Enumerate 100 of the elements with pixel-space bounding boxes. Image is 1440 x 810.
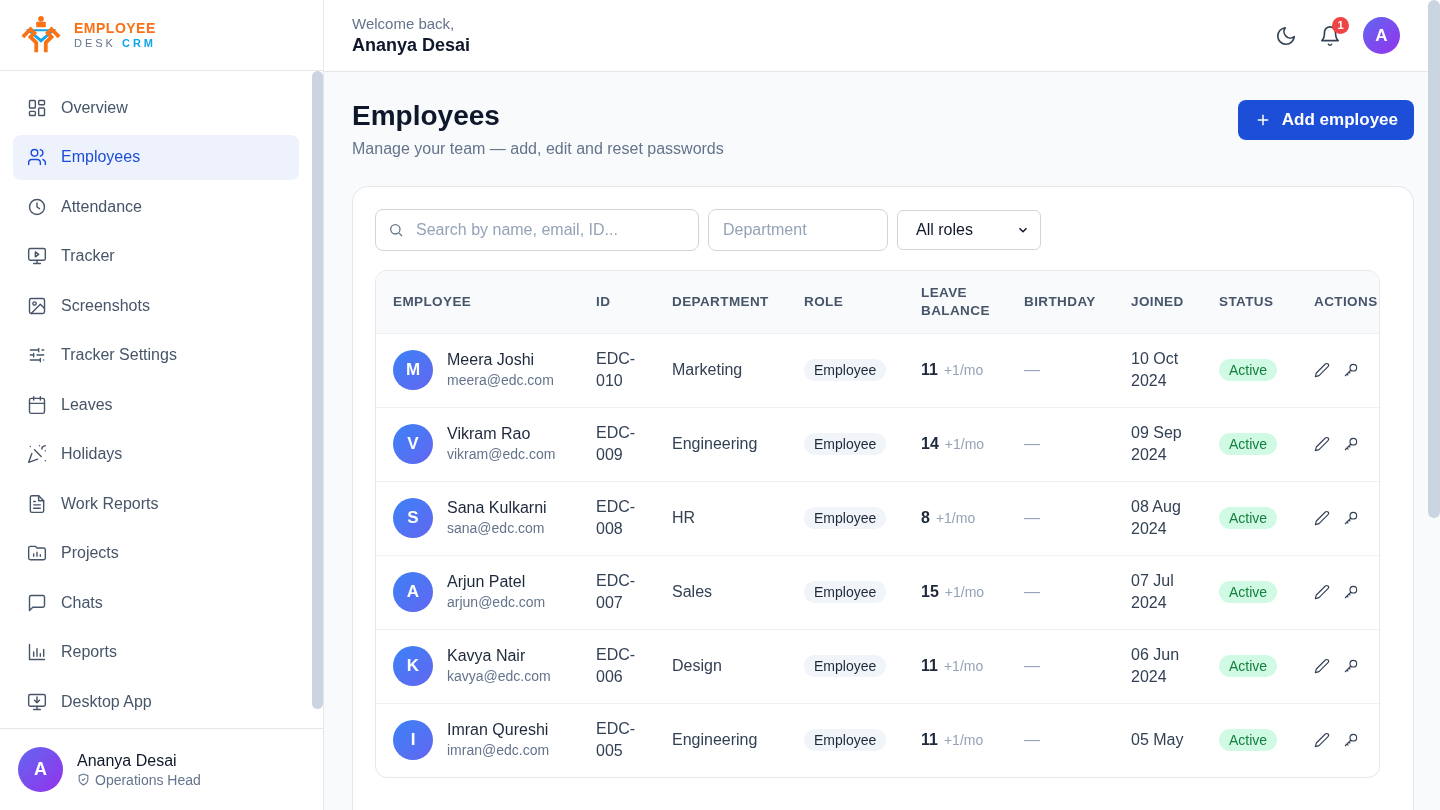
monitor-icon: [27, 246, 47, 267]
party-popper-icon: [27, 444, 47, 465]
column-header: JOINED: [1131, 292, 1184, 311]
key-icon[interactable]: [1343, 584, 1359, 600]
key-icon[interactable]: [1343, 732, 1359, 748]
status-tag: Active: [1219, 506, 1278, 529]
birthday-cell: —: [1024, 360, 1040, 378]
welcome-name: Ananya Desai: [352, 35, 471, 56]
edit-icon[interactable]: [1314, 362, 1330, 378]
key-icon[interactable]: [1343, 510, 1359, 526]
employee-avatar: M: [393, 350, 433, 390]
role-tag: Employee: [804, 432, 887, 455]
edit-icon[interactable]: [1314, 732, 1330, 748]
leave-accrual: +1/mo: [943, 731, 984, 748]
role-dropdown[interactable]: All roles: [897, 210, 1041, 250]
key-icon[interactable]: [1343, 436, 1359, 452]
leave-accrual: +1/mo: [944, 435, 985, 452]
document-icon: [27, 493, 47, 514]
profile-avatar[interactable]: A: [1363, 17, 1400, 54]
edit-icon[interactable]: [1314, 436, 1330, 452]
nav-item[interactable]: Attendance: [13, 184, 299, 230]
nav-item[interactable]: Work Reports: [13, 481, 299, 527]
key-icon[interactable]: [1343, 362, 1359, 378]
birthday-cell: —: [1024, 656, 1040, 674]
column-header: STATUS: [1219, 292, 1274, 311]
column-header: ID: [596, 292, 611, 311]
status-tag: Active: [1219, 432, 1278, 455]
employee-avatar: A: [393, 572, 433, 612]
column-header: BIRTHDAY: [1024, 292, 1096, 311]
employee-id: EDC-010: [596, 348, 637, 391]
department-cell-text: Design: [672, 655, 722, 676]
column-header: LEAVE BALANCE: [921, 283, 990, 320]
leave-accrual: +1/mo: [935, 509, 976, 526]
nav-item[interactable]: Desktop App: [13, 679, 299, 725]
key-icon[interactable]: [1343, 658, 1359, 674]
clock-icon: [27, 196, 47, 217]
nav-item[interactable]: Holidays: [13, 431, 299, 477]
leave-balance: 11: [921, 360, 938, 378]
department-cell-text: HR: [672, 507, 696, 528]
leave-balance: 15: [921, 582, 939, 600]
birthday-cell: —: [1024, 582, 1040, 600]
search-field[interactable]: Search by name, email, ID...: [375, 209, 699, 251]
status-tag: Active: [1219, 358, 1278, 381]
brand-tagline-accent: CRM: [121, 36, 157, 49]
nav-item[interactable]: Projects: [13, 530, 299, 576]
nav-item[interactable]: Overview: [13, 85, 299, 131]
chat-icon: [27, 592, 47, 613]
joined-date: 10 Oct 2024: [1131, 348, 1180, 391]
nav-item[interactable]: Employees: [13, 134, 299, 180]
column-header: DEPARTMENT: [672, 292, 769, 311]
leave-accrual: +1/mo: [944, 583, 985, 600]
department-cell-text: Engineering: [672, 729, 758, 750]
image-icon: [27, 295, 47, 316]
download-icon: [27, 691, 47, 712]
employee-id: EDC-008: [596, 496, 637, 539]
column-header: ROLE: [804, 292, 844, 311]
birthday-cell: —: [1024, 508, 1040, 526]
role-tag: Employee: [804, 728, 887, 751]
employee-email: kavya@edc.com: [447, 667, 551, 686]
bar-chart-icon: [27, 642, 47, 663]
add-employee-button[interactable]: Add employee: [1237, 100, 1414, 140]
nav-item[interactable]: Screenshots: [13, 283, 299, 329]
employee-avatar: S: [393, 498, 433, 538]
employee-avatar: K: [393, 646, 433, 686]
department-cell-text: Sales: [672, 581, 713, 602]
employee-id: EDC-006: [596, 644, 637, 687]
calendar-icon: [27, 394, 47, 415]
role-tag: Employee: [804, 358, 887, 381]
leave-balance: 8: [921, 508, 930, 526]
edit-icon[interactable]: [1314, 510, 1330, 526]
notification-count: 1: [1332, 16, 1349, 34]
user-avatar[interactable]: A: [18, 747, 63, 792]
joined-date: 08 Aug 2024: [1131, 496, 1182, 539]
employee-id: EDC-009: [596, 422, 637, 465]
nav-item[interactable]: Leaves: [13, 382, 299, 428]
user-name: Ananya Desai: [77, 751, 178, 770]
leave-balance: 11: [921, 656, 938, 674]
nav-item[interactable]: Tracker: [13, 233, 299, 279]
role-tag: Employee: [804, 506, 887, 529]
department-field[interactable]: Department: [708, 209, 888, 251]
role-tag: Employee: [804, 580, 887, 603]
scrollbar[interactable]: [312, 71, 323, 709]
page-scrollbar[interactable]: [1428, 0, 1440, 518]
joined-date: 05 May: [1131, 729, 1185, 750]
employee-name: Kavya Nair: [447, 646, 527, 666]
department-cell-text: Engineering: [672, 433, 758, 454]
nav-item[interactable]: Reports: [13, 629, 299, 675]
nav-item[interactable]: Chats: [13, 580, 299, 626]
edit-icon[interactable]: [1314, 658, 1330, 674]
edit-icon[interactable]: [1314, 584, 1330, 600]
employee-name: Vikram Rao: [447, 424, 532, 444]
employee-email: sana@edc.com: [447, 519, 546, 538]
employee-name: Arjun Patel: [447, 572, 527, 592]
employee-avatar: V: [393, 424, 433, 464]
moon-icon[interactable]: [1275, 24, 1297, 47]
grid-icon: [27, 97, 47, 118]
welcome-text: Welcome back,: [352, 15, 456, 32]
department-cell-text: Marketing: [672, 359, 743, 380]
nav-item[interactable]: Tracker Settings: [13, 332, 299, 378]
employee-id: EDC-007: [596, 570, 637, 613]
